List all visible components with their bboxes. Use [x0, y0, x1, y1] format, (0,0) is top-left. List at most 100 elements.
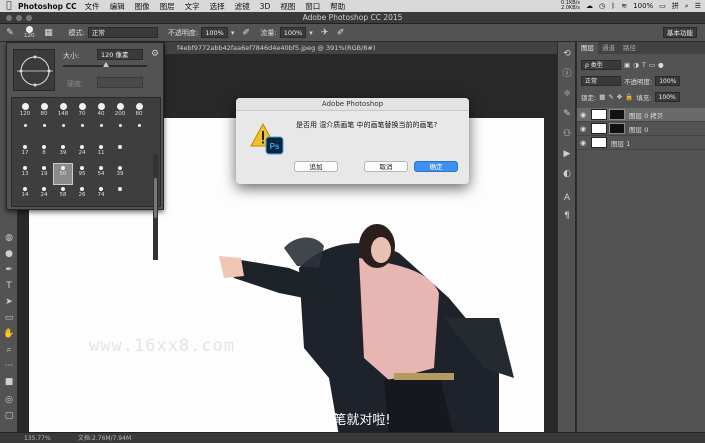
dodge-icon[interactable]: ●	[3, 248, 15, 260]
lock-all-icon[interactable]: 🔒	[625, 93, 633, 101]
brush-preset-cell[interactable]	[111, 122, 129, 142]
lock-pixels-icon[interactable]: ▦	[599, 93, 605, 101]
lock-paint-icon[interactable]: ✎	[608, 93, 613, 101]
hand-icon[interactable]: ✋	[3, 328, 15, 340]
input-method[interactable]: 拼	[672, 1, 679, 11]
brush-preset-cell[interactable]: 8	[35, 143, 53, 163]
paint-bucket-icon[interactable]: ◍	[3, 232, 15, 244]
layer-name[interactable]: 图层 0 拷贝	[629, 110, 663, 120]
menu-layer[interactable]: 图层	[160, 1, 175, 12]
flow-input[interactable]: 100%	[279, 27, 307, 38]
paragraph-icon[interactable]: ¶	[561, 210, 573, 222]
pressure-size-icon[interactable]: ✐	[335, 27, 347, 39]
brush-preset-cell[interactable]	[54, 122, 72, 142]
tab-channels[interactable]: 通道	[598, 42, 619, 54]
filter-shape-icon[interactable]: ▭	[649, 61, 655, 69]
brush-preset-cell[interactable]	[111, 185, 129, 205]
properties-icon[interactable]: ⓘ	[561, 68, 573, 80]
brush-preset-cell[interactable]: 11	[92, 143, 110, 163]
menu-window[interactable]: 窗口	[305, 1, 320, 12]
layer-name[interactable]: 图层 1	[611, 138, 630, 148]
brush-preset-cell[interactable]: 24	[73, 143, 91, 163]
minimize-window-button[interactable]	[16, 15, 22, 21]
brush-preset-cell[interactable]: 200	[111, 101, 129, 121]
hardness-slider[interactable]	[97, 77, 143, 88]
size-slider-knob[interactable]	[103, 62, 109, 67]
gear-icon[interactable]: ⚙	[151, 49, 159, 59]
brush-preset-cell[interactable]: 40	[92, 101, 110, 121]
notification-icon[interactable]: ☰	[695, 2, 701, 10]
brush-preset-cell[interactable]: 58	[54, 185, 72, 205]
layer-opacity-input[interactable]: 100%	[655, 76, 681, 86]
rectangle-icon[interactable]: ▭	[3, 312, 15, 324]
menu-image[interactable]: 图像	[135, 1, 150, 12]
zoom-icon[interactable]: ⌕	[3, 344, 15, 356]
brush-preset-cell[interactable]: 14	[16, 185, 34, 205]
tab-layers[interactable]: 图层	[577, 42, 598, 54]
layer-filter-select[interactable]: ρ 类型	[581, 60, 621, 70]
brush-preset-cell[interactable]: 95	[73, 164, 91, 184]
menu-view[interactable]: 视图	[280, 1, 295, 12]
menu-edit[interactable]: 编辑	[110, 1, 125, 12]
clone-source-icon[interactable]: ⚇	[561, 128, 573, 140]
blend-mode-select[interactable]: 正常	[581, 76, 621, 86]
brush-preset-picker[interactable]: 120	[24, 26, 35, 39]
layer-name[interactable]: 图层 0	[629, 124, 648, 134]
app-menu[interactable]: Photoshop CC	[18, 2, 77, 11]
type-icon[interactable]: T	[3, 280, 15, 292]
brush-preset-cell[interactable]: 26	[73, 185, 91, 205]
brush-preset-cell[interactable]	[16, 122, 34, 142]
brush-preset-cell[interactable]: 13	[16, 164, 34, 184]
menu-file[interactable]: 文件	[85, 1, 100, 12]
filter-toggle-icon[interactable]: ●	[658, 61, 664, 69]
workspace-select[interactable]: 基本功能	[663, 27, 697, 38]
tab-paths[interactable]: 路径	[619, 42, 640, 54]
mode-select[interactable]: 正常	[87, 27, 158, 38]
brush-preset-cell[interactable]: 54	[92, 164, 110, 184]
lock-move-icon[interactable]: ✥	[617, 93, 622, 101]
brush-preset-cell[interactable]: 39	[111, 164, 129, 184]
brush-preset-cell[interactable]: 120	[16, 101, 34, 121]
menu-3d[interactable]: 3D	[260, 2, 271, 11]
brush-preset-cell[interactable]	[130, 122, 148, 142]
visibility-eye-icon[interactable]: ◉	[577, 139, 589, 147]
layer-row-1[interactable]: ◉ 图层 1	[577, 136, 705, 150]
close-window-button[interactable]	[6, 15, 12, 21]
append-button[interactable]: 追加	[294, 161, 338, 172]
path-select-icon[interactable]: ➤	[3, 296, 15, 308]
visibility-eye-icon[interactable]: ◉	[577, 125, 589, 133]
menu-type[interactable]: 文字	[185, 1, 200, 12]
layer-row-copy[interactable]: ◉ 图层 0 拷贝	[577, 108, 705, 122]
layer-row-0[interactable]: ◉ 图层 0	[577, 122, 705, 136]
brush-panel-icon[interactable]: ✎	[561, 108, 573, 120]
filter-adjust-icon[interactable]: ◑	[633, 61, 639, 69]
wifi-icon[interactable]: ≋	[621, 2, 627, 10]
zoom-level[interactable]: 135.77%	[24, 433, 51, 443]
adjustments-icon[interactable]: ☼	[561, 88, 573, 100]
opacity-input[interactable]: 100%	[201, 27, 228, 38]
character-icon[interactable]: A	[561, 192, 573, 204]
brush-preset-cell[interactable]: 70	[73, 101, 91, 121]
history-icon[interactable]: ⟲	[561, 48, 573, 60]
brush-preset-cell[interactable]: 39	[54, 143, 72, 163]
menu-select[interactable]: 选择	[210, 1, 225, 12]
apple-icon[interactable]: 	[0, 1, 18, 11]
flow-dropdown-icon[interactable]: ▾	[309, 29, 313, 37]
cloud-icon[interactable]: ☁	[586, 2, 593, 10]
layer-mask-thumbnail[interactable]	[609, 109, 625, 120]
toggle-brush-panel-icon[interactable]: ▦	[43, 27, 55, 39]
brush-tool-icon[interactable]: ✎	[4, 27, 16, 39]
time-machine-icon[interactable]: ◷	[599, 2, 605, 10]
brush-preset-cell[interactable]	[92, 122, 110, 142]
brush-preset-cell[interactable]: 50	[53, 163, 73, 185]
brush-preset-cell[interactable]	[35, 122, 53, 142]
airbrush-icon[interactable]: ✈	[319, 27, 331, 39]
battery-level[interactable]: 100%	[633, 2, 653, 10]
brush-preset-cell[interactable]: 148	[54, 101, 72, 121]
brush-preset-cell[interactable]: 17	[16, 143, 34, 163]
cancel-button[interactable]: 取消	[364, 161, 408, 172]
brush-preset-cell[interactable]	[73, 122, 91, 142]
brush-preset-cell[interactable]: 80	[130, 101, 148, 121]
quick-mask-icon[interactable]: ◎	[3, 394, 15, 406]
pressure-opacity-icon[interactable]: ✐	[240, 27, 252, 39]
